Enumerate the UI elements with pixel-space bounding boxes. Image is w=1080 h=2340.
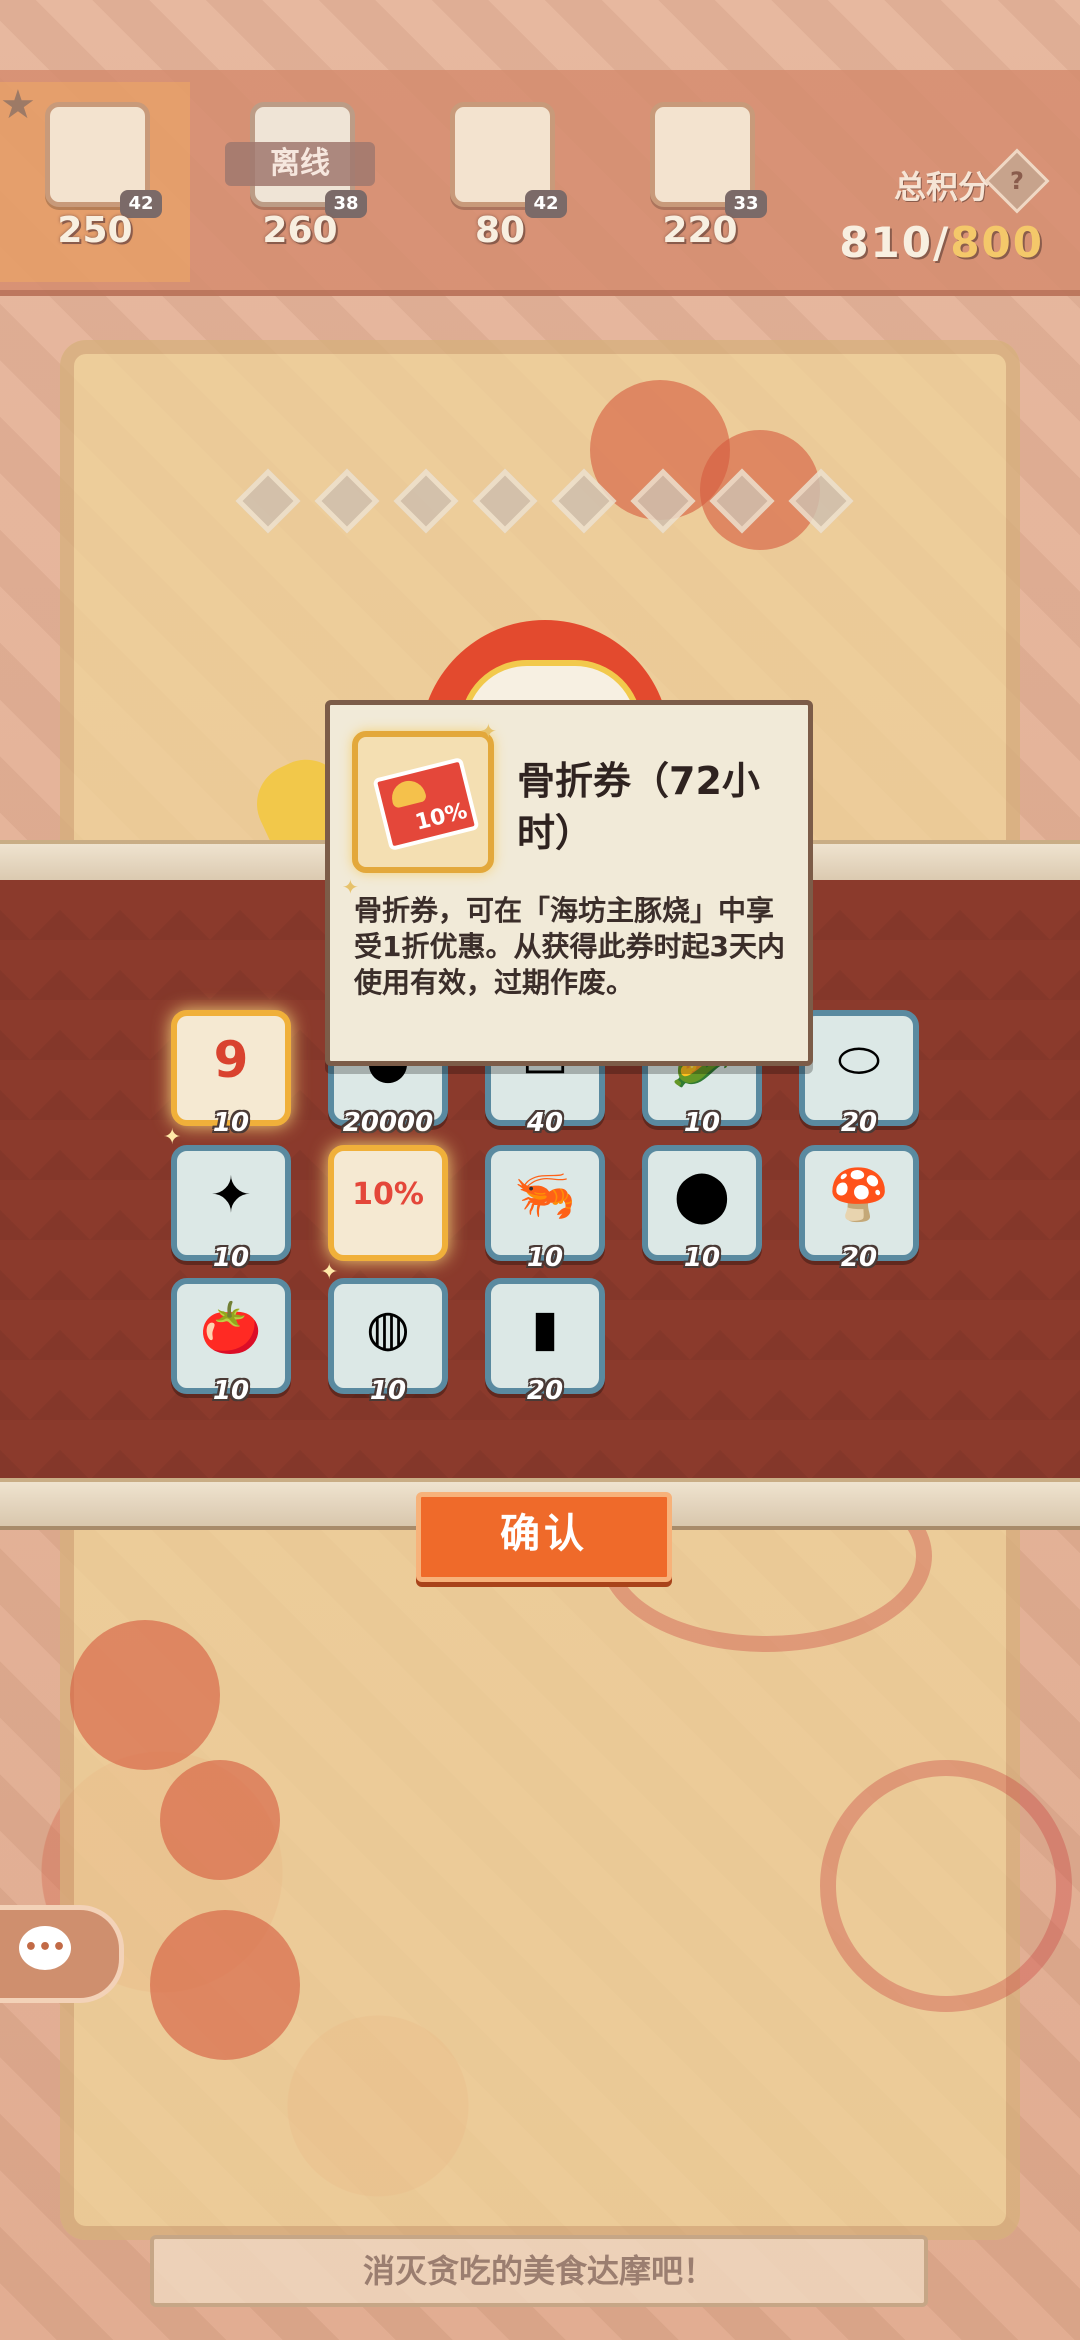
shrimp-icon: 🦐 [513,1166,577,1224]
player-slot[interactable]: ★ 42 250 [0,82,190,282]
reward-quantity: 10 [683,1108,721,1138]
progress-diamond [630,468,696,534]
reward-item[interactable]: 10% ✦ [320,1145,448,1285]
chat-button[interactable]: ••• [0,1905,124,2003]
reward-item[interactable]: ◍ 10 [328,1278,448,1406]
reward-item[interactable]: ⬤ 10 [642,1145,762,1273]
player-slot[interactable]: 离线 38 260 [205,82,395,282]
squid-icon: ✦ [210,1166,252,1224]
progress-diamond [314,468,380,534]
reward-quantity: 20000 [342,1108,434,1138]
salmon-icon: ▮ [531,1299,559,1357]
progress-diamond [235,468,301,534]
progress-diamond [551,468,617,534]
ticket-graphic: 10% [372,756,480,852]
reward-item[interactable]: ⬭ 20 [799,1010,919,1138]
player-score: 80 [474,210,526,251]
meat-patty-icon: ⬤ [674,1166,730,1224]
reward-quantity: 10 [369,1376,407,1406]
mushroom-icon: 🍄 [827,1166,891,1224]
reward-item[interactable]: 🍄 20 [799,1145,919,1273]
confirm-button[interactable]: 确认 [416,1492,672,1582]
player-slot[interactable]: 42 80 [405,82,595,282]
progress-diamond [788,468,854,534]
cabbage-bowl-icon: ◍ [366,1299,410,1357]
tomato-decoration [150,1910,300,2060]
help-icon[interactable]: ? [984,148,1050,214]
burger-icon [388,777,428,809]
reward-item[interactable]: 🦐 10 [485,1145,605,1273]
player-score: 220 [662,210,738,251]
reward-item[interactable]: ▮ 20 [485,1278,605,1406]
progress-diamond [472,468,538,534]
reward-item[interactable]: 9 10 ✦ [163,1010,291,1150]
reward-quantity: 10 [212,1376,250,1406]
reward-quantity: 10 [683,1243,721,1273]
tooltip-description: 骨折券，可在「海坊主豚烧」中享受1折优惠。从获得此券时起3天内使用有效，过期作废… [354,894,785,999]
tomato-icon: 🍅 [199,1299,263,1357]
player-score-bar: ★ 42 250 离线 38 260 42 80 33 220 总积分 ? 81… [0,70,1080,296]
reward-item[interactable]: ✦ 10 [171,1145,291,1273]
discount-ticket-icon: 10% [352,731,494,873]
total-score-value: 810/800 [839,218,1044,267]
progress-diamond [393,468,459,534]
item-tooltip: 10% ✦ ✦ 骨折券（72小时） 骨折券，可在「海坊主豚烧」中享受1折优惠。从… [325,700,813,1066]
star-icon: ★ [0,82,36,128]
hint-banner: 消灭贪吃的美食达摩吧！ [150,2235,928,2307]
reward-quantity: 40 [526,1108,564,1138]
nine-coin-icon: 9 [213,1031,249,1089]
chat-bubble-icon: ••• [19,1926,71,1970]
total-current: 810/ [839,218,951,267]
discount-ticket-icon: 10% [352,1177,424,1212]
reward-quantity: 20 [526,1376,564,1406]
total-score-label: 总积分 [893,168,990,206]
tooltip-title: 骨折券（72小时） [517,759,760,855]
tomato-decoration [160,1760,280,1880]
ribbon-decoration [820,1760,1072,2012]
reward-quantity: 20 [840,1243,878,1273]
player-slot[interactable]: 33 220 [605,82,795,282]
progress-diamond [709,468,775,534]
ticket-percent: 10% [412,798,470,836]
total-target: 800 [950,218,1044,267]
egg-icon: ⬭ [837,1031,881,1089]
reward-quantity: 10 [526,1243,564,1273]
progress-diamonds [235,468,854,534]
tomato-decoration [70,1620,220,1770]
offline-badge: 离线 [225,142,375,186]
sparkle-icon: ✦ [480,719,497,743]
player-score: 260 [262,210,338,251]
reward-item[interactable]: 🍅 10 [171,1278,291,1406]
player-score: 250 [57,210,133,251]
reward-quantity: 10 [212,1243,250,1273]
reward-quantity: 20 [840,1108,878,1138]
